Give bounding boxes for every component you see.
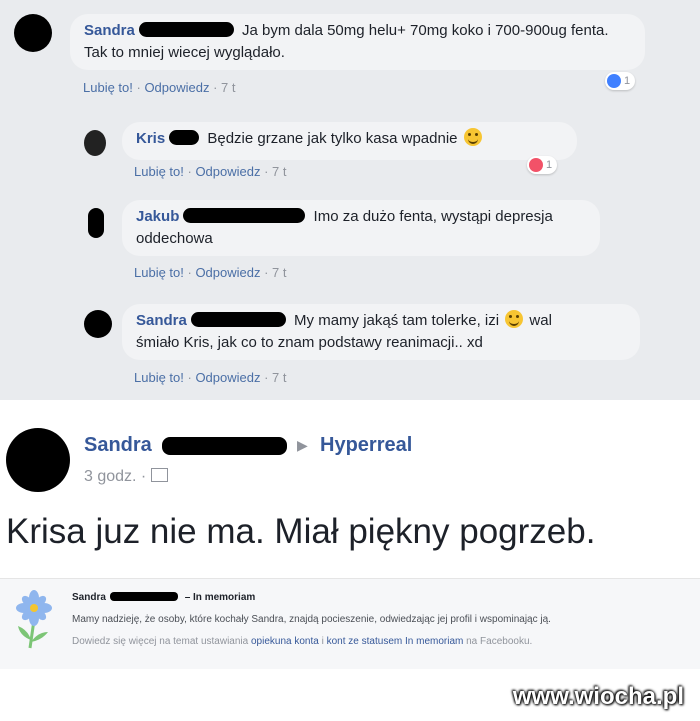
comment-text: Imo za dużo fenta, wystąpi depresja [313, 208, 553, 225]
reaction-badge[interactable]: 1 [527, 156, 558, 174]
comment-author[interactable]: Sandra [136, 312, 187, 329]
triangle-right-icon: ▶ [297, 437, 308, 453]
comment-time[interactable]: 7 t [272, 370, 286, 385]
comment-actions: Lubię to! · Odpowiedz · 7 t [83, 80, 236, 95]
watermark: www.wiocha.pl [512, 683, 684, 710]
reply-link[interactable]: Odpowiedz [195, 265, 260, 280]
avatar[interactable] [6, 428, 70, 492]
redacted-surname [162, 437, 287, 455]
comment-author[interactable]: Jakub [136, 208, 179, 225]
comment-text-cont: oddechowa [136, 230, 213, 247]
love-reaction-icon [529, 158, 543, 172]
audience-icon [150, 468, 168, 482]
smile-emoji-icon [505, 310, 524, 328]
memorial-text: Mamy nadzieję, że osoby, które kochały S… [72, 614, 551, 625]
redacted-surname [138, 22, 234, 37]
post-time[interactable]: 3 godz. · [84, 468, 168, 486]
group-link[interactable]: Hyperreal [320, 434, 412, 457]
comment-bubble: Sandra My mamy jakąś tam tolerke, izi wa… [122, 304, 640, 360]
like-link[interactable]: Lubię to! [134, 164, 184, 179]
comment-time[interactable]: 7 t [272, 164, 286, 179]
reply-link[interactable]: Odpowiedz [195, 164, 260, 179]
memorial-title: Sandra – In memoriam [72, 592, 256, 603]
redacted-surname [109, 592, 178, 601]
like-link[interactable]: Lubię to! [83, 80, 133, 95]
post-text: Krisa juz nie ma. Miał piękny pogrzeb. [6, 512, 596, 551]
flower-icon [16, 590, 52, 649]
comment-text: My mamy jakąś tam tolerke, izi [294, 312, 500, 329]
comment-bubble: Sandra Ja bym dala 50mg helu+ 70mg koko … [70, 14, 645, 70]
memorial-help: Dowiedz się więcej na temat ustawiania o… [72, 636, 533, 647]
comment-time[interactable]: 7 t [272, 265, 286, 280]
redacted-surname [183, 208, 306, 223]
avatar[interactable] [14, 14, 52, 52]
comment-author[interactable]: Kris [136, 130, 165, 147]
comment-bubble: Kris Będzie grzane jak tylko kasa wpadni… [122, 122, 577, 160]
memorial-accounts-link[interactable]: kont ze statusem In memoriam [327, 636, 464, 647]
comment-author[interactable]: Sandra [84, 22, 135, 39]
reply-link[interactable]: Odpowiedz [144, 80, 209, 95]
comment-actions: Lubię to! · Odpowiedz · 7 t [134, 370, 287, 385]
comment-text-cont: śmiało Kris, jak co to znam podstawy rea… [136, 334, 483, 351]
avatar[interactable] [84, 130, 106, 156]
comment-actions: Lubię to! · Odpowiedz · 7 t [134, 265, 287, 280]
avatar[interactable] [84, 310, 112, 338]
post-author[interactable]: Sandra [84, 434, 152, 457]
redacted-surname [169, 130, 200, 145]
redacted-surname [190, 312, 286, 327]
comment-bubble: Jakub Imo za dużo fenta, wystąpi depresj… [122, 200, 600, 256]
comment-actions: Lubię to! · Odpowiedz · 7 t [134, 164, 287, 179]
reaction-badge[interactable]: 1 [605, 72, 636, 90]
like-link[interactable]: Lubię to! [134, 265, 184, 280]
smile-emoji-icon [463, 128, 482, 146]
account-guardian-link[interactable]: opiekuna konta [251, 636, 319, 647]
comment-time[interactable]: 7 t [221, 80, 235, 95]
comment-text: Będzie grzane jak tylko kasa wpadnie [207, 130, 458, 147]
like-reaction-icon [607, 74, 621, 88]
comment-text-end: wal [529, 312, 552, 329]
like-link[interactable]: Lubię to! [134, 370, 184, 385]
comment-thread: Sandra Ja bym dala 50mg helu+ 70mg koko … [0, 0, 700, 400]
reply-link[interactable]: Odpowiedz [195, 370, 260, 385]
avatar[interactable] [88, 208, 104, 238]
